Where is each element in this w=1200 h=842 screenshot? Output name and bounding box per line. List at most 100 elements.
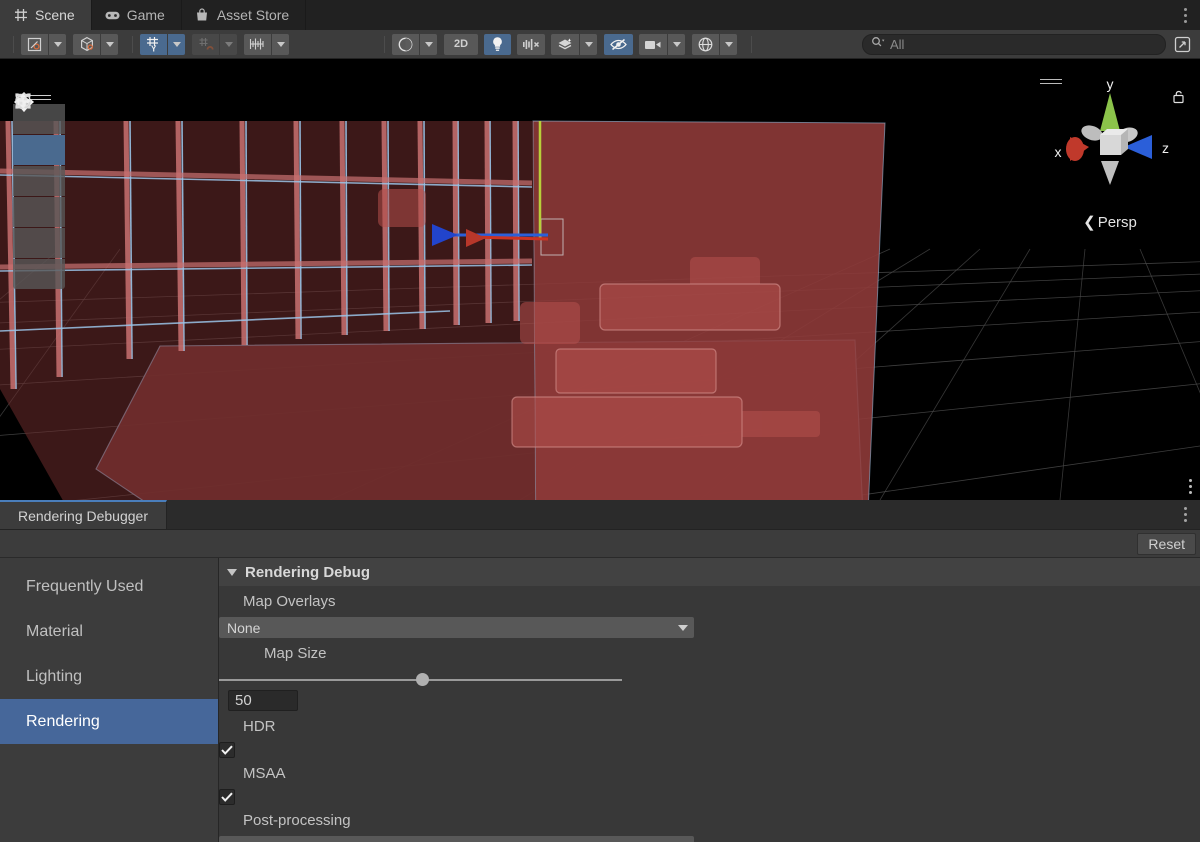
expand-window-icon[interactable]: [1170, 34, 1194, 55]
chevron-down-icon: [227, 568, 237, 576]
scene-overflow-menu-icon[interactable]: [1185, 475, 1196, 498]
scene-render: [0, 59, 1200, 500]
2d-toggle[interactable]: 2D: [444, 33, 478, 55]
kebab-menu-icon[interactable]: [1170, 0, 1200, 30]
tab-game-label: Game: [126, 7, 165, 23]
hdr-label: HDR: [243, 718, 276, 735]
shopping-bag-icon: [195, 8, 210, 23]
svg-text:z: z: [1162, 140, 1169, 156]
projection-mode[interactable]: ❮ Persp: [1030, 213, 1190, 231]
chevron-down-icon: [724, 41, 733, 47]
debugger-toolbar: Reset: [0, 530, 1200, 558]
map-size-input[interactable]: 50: [228, 690, 298, 711]
move-tool[interactable]: [13, 91, 65, 165]
increment-snap-dropdown[interactable]: [272, 33, 289, 55]
hdr-checkbox[interactable]: [219, 742, 235, 758]
gizmos-dropdown[interactable]: [720, 33, 737, 55]
map-overlays-label: Map Overlays: [243, 593, 336, 610]
search-icon: [871, 35, 885, 53]
camera-icon[interactable]: [639, 33, 667, 55]
toolbar-divider: [13, 35, 14, 53]
debugger-content: Rendering Debug Map Overlays None Map Si…: [219, 558, 1200, 842]
grid-y-icon[interactable]: Y: [140, 33, 167, 55]
gizmo-globe-icon[interactable]: [692, 33, 719, 55]
sidebar-item-label: Frequently Used: [26, 577, 144, 595]
svg-text:Y: Y: [151, 44, 157, 52]
svg-text:x: x: [1055, 144, 1062, 160]
debugger-body: Frequently Used Material Lighting Render…: [0, 558, 1200, 842]
tab-scene[interactable]: Scene: [0, 0, 92, 30]
rotate-tool[interactable]: [13, 93, 65, 196]
sidebar-item-rendering[interactable]: Rendering: [0, 699, 218, 744]
scene-viewport[interactable]: y x z ❮ Persp: [0, 59, 1200, 500]
handle-orientation-group: [73, 33, 119, 55]
scene-fx-dropdown[interactable]: [580, 33, 597, 55]
scene-orientation-gizmo[interactable]: y x z ❮ Persp: [1030, 69, 1190, 239]
grid-axis-dropdown[interactable]: [168, 33, 185, 55]
sidebar-item-material[interactable]: Material: [0, 609, 218, 654]
ruler-icon[interactable]: [244, 33, 271, 55]
chevron-down-icon: [672, 41, 681, 47]
search-input[interactable]: All: [862, 33, 1166, 55]
scene-camera-dropdown[interactable]: [668, 33, 685, 55]
shaded-sphere-icon[interactable]: [392, 33, 419, 55]
toolbar-divider: [751, 35, 752, 53]
chevron-down-icon: [224, 41, 233, 47]
grid-snap-dropdown[interactable]: [220, 33, 237, 55]
map-size-slider[interactable]: [219, 669, 622, 690]
unity-editor-window: Scene Game Asset Store Y 2D All y x z ❮ …: [0, 0, 1200, 842]
chevron-down-icon: [424, 41, 433, 47]
section-header-rendering-debug[interactable]: Rendering Debug: [219, 558, 1200, 586]
post-processing-label: Post-processing: [243, 812, 351, 829]
row-hdr: HDR: [219, 711, 1200, 758]
tab-rendering-debugger[interactable]: Rendering Debugger: [0, 500, 167, 529]
hdr-control: [219, 742, 1200, 758]
tab-scene-label: Scene: [35, 7, 75, 23]
post-processing-value: Auto: [227, 839, 256, 842]
pivot-mode-dropdown[interactable]: [49, 33, 66, 55]
cube-icon[interactable]: [73, 33, 100, 55]
scene-tool-palette: [13, 91, 65, 289]
msaa-checkbox[interactable]: [219, 789, 235, 805]
debugger-tab-bar: Rendering Debugger: [0, 500, 1200, 530]
sidebar-item-lighting[interactable]: Lighting: [0, 654, 218, 699]
tab-game[interactable]: Game: [92, 0, 182, 30]
toolbar-divider: [384, 35, 385, 53]
scene-toolbar: Y 2D All: [0, 30, 1200, 59]
chevron-down-icon: [172, 41, 181, 47]
lightbulb-icon[interactable]: [484, 33, 511, 55]
eye-off-icon[interactable]: [604, 33, 633, 55]
rendering-debugger-panel: Rendering Debugger Reset Frequently Used…: [0, 500, 1200, 842]
chevron-left-icon: ❮: [1083, 214, 1096, 231]
scale-tool[interactable]: [13, 93, 65, 227]
row-map-overlays: Map Overlays None: [219, 586, 1200, 638]
draw-mode-group: [392, 33, 438, 55]
effects-layers-icon[interactable]: [551, 33, 579, 55]
audio-muted-icon[interactable]: [517, 33, 545, 55]
magnet-snap-icon[interactable]: [192, 33, 219, 55]
pivot-icon[interactable]: [21, 33, 48, 55]
row-post-processing: Post-processing Auto: [219, 805, 1200, 842]
transform-tool[interactable]: [13, 93, 65, 289]
grid-axis-group: Y: [140, 33, 186, 55]
chevron-down-icon: [584, 41, 593, 47]
row-map-size: Map Size 50: [219, 638, 1200, 711]
map-size-control: 50: [219, 669, 1200, 711]
post-processing-control: Auto: [219, 836, 1200, 842]
chevron-down-icon: [678, 624, 688, 631]
slider-handle[interactable]: [416, 673, 430, 686]
handle-orientation-dropdown[interactable]: [101, 33, 118, 55]
post-processing-dropdown[interactable]: Auto: [219, 836, 694, 842]
rect-transform-tool[interactable]: [13, 93, 65, 258]
search-placeholder: All: [890, 36, 905, 52]
gizmos-group: [692, 33, 738, 55]
section-title: Rendering Debug: [245, 563, 371, 581]
map-overlays-dropdown[interactable]: None: [219, 617, 694, 638]
tab-asset-store[interactable]: Asset Store: [182, 0, 307, 30]
draw-mode-dropdown[interactable]: [420, 33, 437, 55]
sidebar-item-frequently-used[interactable]: Frequently Used: [0, 564, 218, 609]
editor-tab-bar: Scene Game Asset Store: [0, 0, 1200, 30]
reset-button[interactable]: Reset: [1137, 532, 1196, 555]
tab-rendering-debugger-label: Rendering Debugger: [18, 507, 148, 524]
kebab-menu-icon[interactable]: [1170, 500, 1200, 529]
